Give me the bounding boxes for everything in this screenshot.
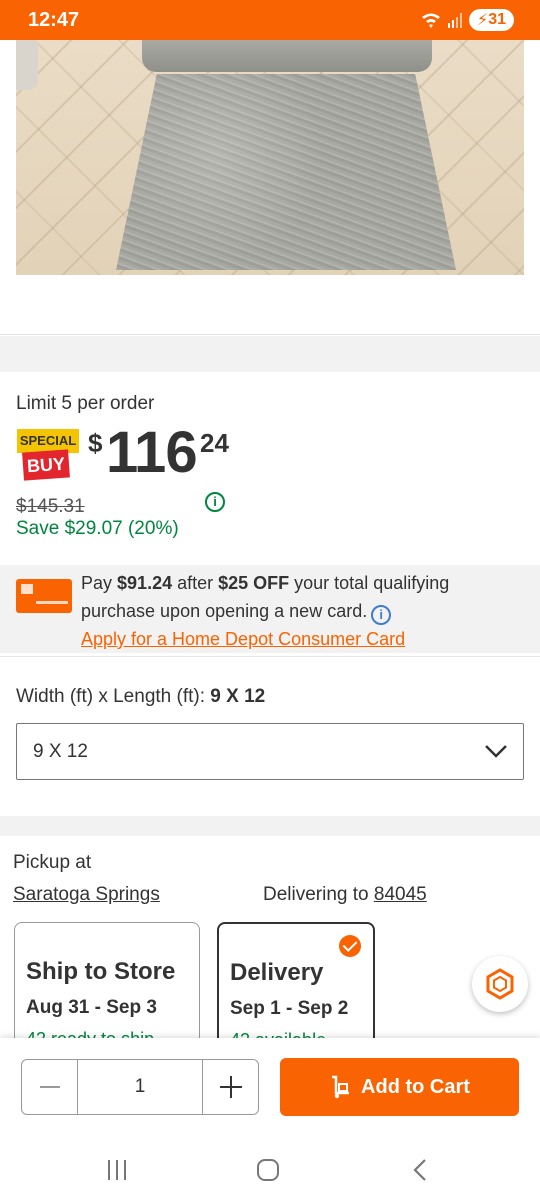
promo-text-after: after	[172, 573, 219, 593]
status-icons: ⚡ 31	[421, 9, 514, 31]
increase-quantity-button[interactable]	[202, 1060, 258, 1114]
home-icon[interactable]	[257, 1159, 279, 1181]
promo-discount: $25 OFF	[218, 573, 290, 593]
check-icon	[339, 935, 361, 957]
delivery-option[interactable]: Delivery Sep 1 - Sep 2 42 available	[217, 922, 375, 1038]
battery-indicator: ⚡ 31	[468, 9, 514, 31]
fulfillment-section: Pickup at Saratoga Springs Delivering to…	[0, 836, 540, 1038]
quantity-stepper: 1	[21, 1059, 259, 1115]
price-dollars: 116	[106, 420, 198, 485]
quantity-input[interactable]: 1	[78, 1060, 202, 1114]
ship-to-store-option[interactable]: Ship to Store Aug 31 - Sep 3 42 ready to…	[14, 922, 200, 1038]
product-image[interactable]	[16, 40, 524, 275]
option-dates: Sep 1 - Sep 2	[230, 998, 349, 1019]
recent-apps-icon[interactable]	[106, 1160, 128, 1180]
size-selected-value: 9 X 12	[33, 741, 88, 762]
vase-decor	[16, 40, 38, 90]
pickup-at-label: Pickup at	[13, 852, 92, 873]
delivering-to-label: Delivering to	[263, 884, 374, 905]
store-link[interactable]: Saratoga Springs	[13, 884, 160, 906]
apply-card-link[interactable]: Apply for a Home Depot Consumer Card	[81, 629, 405, 649]
assistant-button[interactable]	[472, 956, 528, 1012]
option-availability: 42 ready to ship	[26, 1029, 154, 1038]
promo-text-pay: Pay	[81, 573, 118, 593]
promo-info-icon[interactable]: i	[371, 605, 392, 625]
credit-card-promo: Pay $91.24 after $25 OFF your total qual…	[0, 565, 540, 653]
price-cents: 24	[200, 428, 229, 458]
chevron-down-icon	[485, 745, 507, 758]
price-currency: $	[88, 428, 103, 458]
limit-per-order: Limit 5 per order	[16, 393, 155, 414]
rug-pad	[116, 74, 456, 270]
size-selector-card: Width (ft) x Length (ft): 9 X 12 9 X 12	[0, 656, 540, 816]
rug-roll	[142, 40, 432, 72]
size-label: Width (ft) x Length (ft): 9 X 12	[16, 686, 265, 708]
hand-truck-icon	[332, 1075, 350, 1099]
add-to-cart-button[interactable]: Add to Cart	[280, 1058, 519, 1116]
option-dates: Aug 31 - Sep 3	[26, 997, 157, 1018]
special-buy-bottom: BUY	[22, 449, 70, 481]
special-buy-badge: SPECIAL BUY	[17, 429, 79, 481]
product-image-card	[0, 40, 540, 335]
promo-text: Pay $91.24 after $25 OFF your total qual…	[81, 569, 521, 653]
savings-info-icon[interactable]: i	[205, 492, 225, 512]
status-time: 12:47	[28, 9, 80, 31]
zip-link[interactable]: 84045	[374, 884, 427, 905]
back-icon[interactable]	[410, 1158, 430, 1182]
promo-amount: $91.24	[117, 573, 173, 593]
special-buy-top: SPECIAL	[17, 429, 79, 453]
status-bar: 12:47 ⚡ 31	[0, 0, 540, 40]
battery-level: 31	[488, 11, 506, 28]
price-card: Limit 5 per order SPECIAL BUY $ 116 24 $…	[0, 372, 540, 654]
wifi-icon	[421, 13, 440, 28]
size-dropdown[interactable]: 9 X 12	[16, 723, 524, 780]
option-availability: 42 available	[230, 1030, 326, 1038]
system-nav-bar	[0, 1134, 540, 1200]
charging-icon: ⚡	[476, 12, 489, 29]
section-divider	[0, 336, 540, 372]
option-title: Delivery	[230, 959, 324, 986]
add-to-cart-label: Add to Cart	[361, 1075, 470, 1098]
delivering-to: Delivering to 84045	[263, 884, 427, 906]
credit-card-image	[16, 579, 72, 613]
decrease-quantity-button[interactable]	[22, 1060, 78, 1114]
add-to-cart-bar: 1 Add to Cart	[0, 1038, 540, 1134]
section-divider	[0, 816, 540, 836]
was-price: $145.31	[16, 496, 85, 517]
hexagon-icon	[486, 968, 514, 1000]
size-label-text: Width (ft) x Length (ft):	[16, 686, 211, 707]
savings-text: Save $29.07 (20%)	[16, 518, 179, 539]
option-title: Ship to Store	[26, 958, 176, 985]
size-label-value: 9 X 12	[210, 686, 266, 707]
signal-icon	[447, 13, 462, 28]
